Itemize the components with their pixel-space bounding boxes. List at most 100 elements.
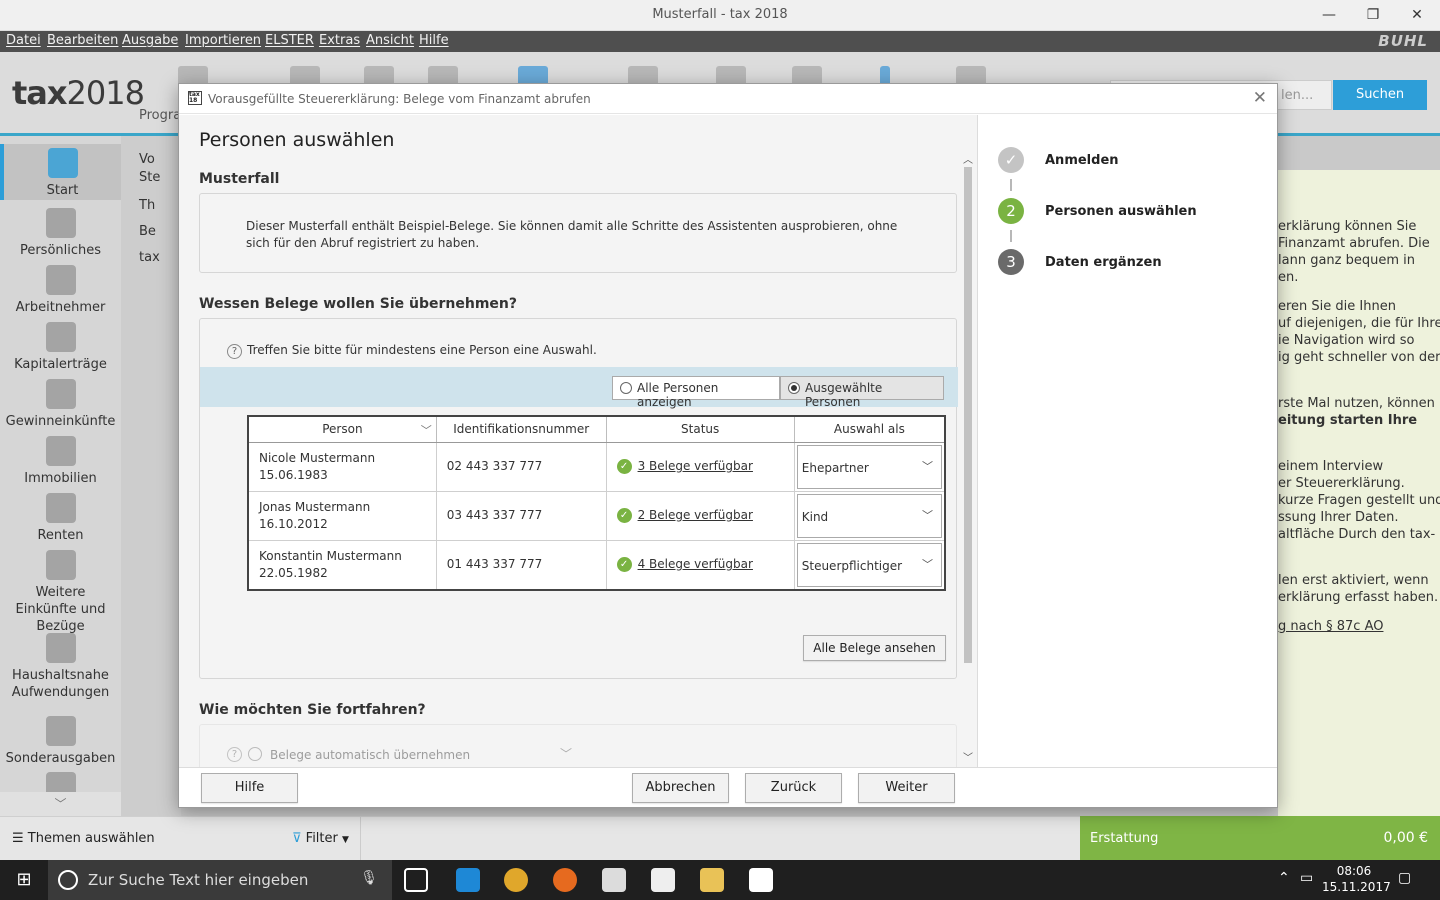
nav-persoenliches[interactable]: Persönliches xyxy=(0,208,121,259)
auto-import-label: Belege automatisch übernehmen xyxy=(270,748,471,762)
nav-immobilien[interactable]: Immobilien xyxy=(0,436,121,487)
menu-hilfe[interactable]: Hilfe xyxy=(419,33,449,48)
microphone-icon[interactable]: 🎙 xyxy=(360,870,378,886)
subnav-item[interactable]: tax xyxy=(139,250,160,265)
taskbar-clock[interactable]: 08:06 15.11.2017 xyxy=(1322,863,1391,895)
hand-coins-icon xyxy=(45,550,76,580)
section-title-continue: Wie möchten Sie fortfahren? xyxy=(199,702,426,718)
info-pane-header xyxy=(1278,136,1440,170)
table-row[interactable]: Nicole Mustermann 15.06.1983 02 443 337 7… xyxy=(247,441,946,492)
nav-haushaltsnahe[interactable]: Haushaltsnahe Aufwendungen xyxy=(0,633,121,701)
info-line: er Steuererklärung. xyxy=(1278,476,1405,491)
toggle-selected-persons[interactable]: Ausgewählte Personen xyxy=(780,376,944,409)
back-button[interactable]: Zurück xyxy=(745,773,842,803)
belege-link[interactable]: 3 Belege verfügbar xyxy=(638,459,753,473)
step-label-personen: Personen auswählen xyxy=(1045,204,1197,219)
toggle-all-persons[interactable]: Alle Personen anzeigen xyxy=(612,376,780,409)
col-auswahl[interactable]: Auswahl als xyxy=(793,415,946,443)
nav-kapitalertraege[interactable]: Kapitalerträge xyxy=(0,322,121,373)
household-icon xyxy=(45,633,76,663)
nav-weitere-einkuenfte[interactable]: Weitere Einkünfte und Bezüge xyxy=(0,550,121,635)
subnav-item[interactable]: Be xyxy=(139,224,156,239)
menu-importieren[interactable]: Importieren xyxy=(185,33,261,48)
belege-link[interactable]: 4 Belege verfügbar xyxy=(638,557,753,571)
menu-ansicht[interactable]: Ansicht xyxy=(366,33,414,48)
subnav-item[interactable]: Th xyxy=(139,198,155,213)
person-cell: Konstantin Mustermann 22.05.1982 xyxy=(247,539,437,590)
store-icon[interactable] xyxy=(602,868,626,892)
role-select[interactable]: Steuerpflichtiger ﹀ xyxy=(796,542,942,587)
role-select[interactable]: Kind ﹀ xyxy=(796,493,942,538)
subnav-item[interactable]: Vo xyxy=(139,152,155,167)
menu-ausgabe[interactable]: Ausgabe xyxy=(122,33,178,48)
info-line: altfläche Durch den tax- xyxy=(1278,527,1436,542)
left-navigation: Start Persönliches Arbeitnehmer Kapitale… xyxy=(0,136,121,816)
nav-gewinneinkuenfte[interactable]: Gewinneinkünfte xyxy=(0,379,121,430)
nav-start[interactable]: Start xyxy=(0,144,121,200)
menu-elster[interactable]: ELSTER xyxy=(265,33,314,48)
nav-sonderausgaben[interactable]: Sonderausgaben xyxy=(0,716,121,767)
minimize-button[interactable]: — xyxy=(1306,0,1352,31)
help-question-icon[interactable]: ? xyxy=(227,747,242,762)
info-line: eitung starten Ihre xyxy=(1278,413,1418,428)
dialog-close-icon[interactable]: ✕ xyxy=(1253,88,1267,108)
edge-icon[interactable] xyxy=(456,868,480,892)
col-id[interactable]: Identifikationsnummer xyxy=(435,415,607,443)
firefox-icon[interactable] xyxy=(553,868,577,892)
next-button[interactable]: Weiter xyxy=(858,773,955,803)
search-button[interactable]: Suchen xyxy=(1333,80,1427,110)
close-window-button[interactable]: ✕ xyxy=(1394,0,1440,31)
window-title: Musterfall - tax 2018 xyxy=(652,7,788,22)
dialog-titlebar: tax 18 Vorausgefüllte Steuererklärung: Be… xyxy=(179,84,1277,114)
table-row[interactable]: Konstantin Mustermann 22.05.1982 01 443 3… xyxy=(247,539,946,590)
nav-arbeitnehmer[interactable]: Arbeitnehmer xyxy=(0,265,121,316)
tax-app-icon[interactable] xyxy=(749,868,773,892)
menu-bearbeiten[interactable]: Bearbeiten xyxy=(47,33,118,48)
help-button[interactable]: Hilfe xyxy=(201,773,298,803)
taskbar-search[interactable]: Zur Suche Text hier eingeben 🎙 xyxy=(48,860,392,900)
subnav-item[interactable]: Ste xyxy=(139,170,160,185)
themen-button[interactable]: ☰ Themen auswählen xyxy=(12,831,155,846)
chevron-down-icon[interactable]: ﹀ xyxy=(560,745,572,762)
role-select[interactable]: Ehepartner ﹀ xyxy=(796,444,942,489)
check-circle-icon: ✓ xyxy=(616,508,632,523)
mail-icon[interactable] xyxy=(651,868,675,892)
sort-chevron-icon[interactable]: ﹀ xyxy=(421,422,432,438)
all-documents-button[interactable]: Alle Belege ansehen xyxy=(803,635,946,661)
network-icon[interactable]: ▭ xyxy=(1300,870,1313,886)
scroll-up-icon[interactable]: ︿ xyxy=(962,151,974,166)
task-view-icon[interactable] xyxy=(404,868,428,892)
scrollbar-thumb[interactable] xyxy=(964,167,972,663)
nav-scroll-down-icon[interactable]: ﹀ xyxy=(0,792,121,816)
person-card-icon xyxy=(45,208,76,238)
help-question-icon[interactable]: ? xyxy=(227,344,242,359)
radio-auto-import[interactable] xyxy=(248,747,262,761)
capital-icon xyxy=(45,322,76,352)
erstattung-panel[interactable]: Erstattung 0,00 € xyxy=(1080,816,1440,860)
cancel-button[interactable]: Abbrechen xyxy=(632,773,729,803)
maximize-button[interactable]: ❐ xyxy=(1350,0,1396,31)
col-person[interactable]: Person ﹀ xyxy=(247,415,437,443)
belege-link[interactable]: 2 Belege verfügbar xyxy=(638,508,753,522)
info-line: erklärung können Sie xyxy=(1278,219,1417,234)
col-status[interactable]: Status xyxy=(605,415,795,443)
employee-card-icon xyxy=(45,265,76,295)
info-line: en. xyxy=(1278,270,1299,285)
scroll-down-icon[interactable]: ﹀ xyxy=(962,749,974,764)
menu-extras[interactable]: Extras xyxy=(319,33,360,48)
tray-chevron-icon[interactable]: ⌃ xyxy=(1278,870,1290,886)
notification-icon[interactable]: ▢ xyxy=(1398,870,1411,886)
table-row[interactable]: Jonas Mustermann 16.10.2012 03 443 337 77… xyxy=(247,490,946,541)
info-link[interactable]: g nach § 87c AO xyxy=(1278,618,1383,635)
explorer-icon[interactable] xyxy=(700,868,724,892)
chrome-icon[interactable] xyxy=(504,868,528,892)
content-scrollbar[interactable]: ︿ ﹀ xyxy=(962,155,976,767)
menu-datei[interactable]: Datei xyxy=(6,33,41,48)
chevron-down-icon: ﹀ xyxy=(922,459,933,473)
check-circle-icon: ✓ xyxy=(616,459,632,474)
filter-button[interactable]: ⊽ Filter ▼ xyxy=(292,831,349,846)
windows-start-icon[interactable]: ⊞ xyxy=(0,860,48,900)
nav-renten[interactable]: Renten xyxy=(0,493,121,544)
list-icon: ☰ xyxy=(12,831,28,846)
step-number-2: 2 xyxy=(998,198,1024,224)
